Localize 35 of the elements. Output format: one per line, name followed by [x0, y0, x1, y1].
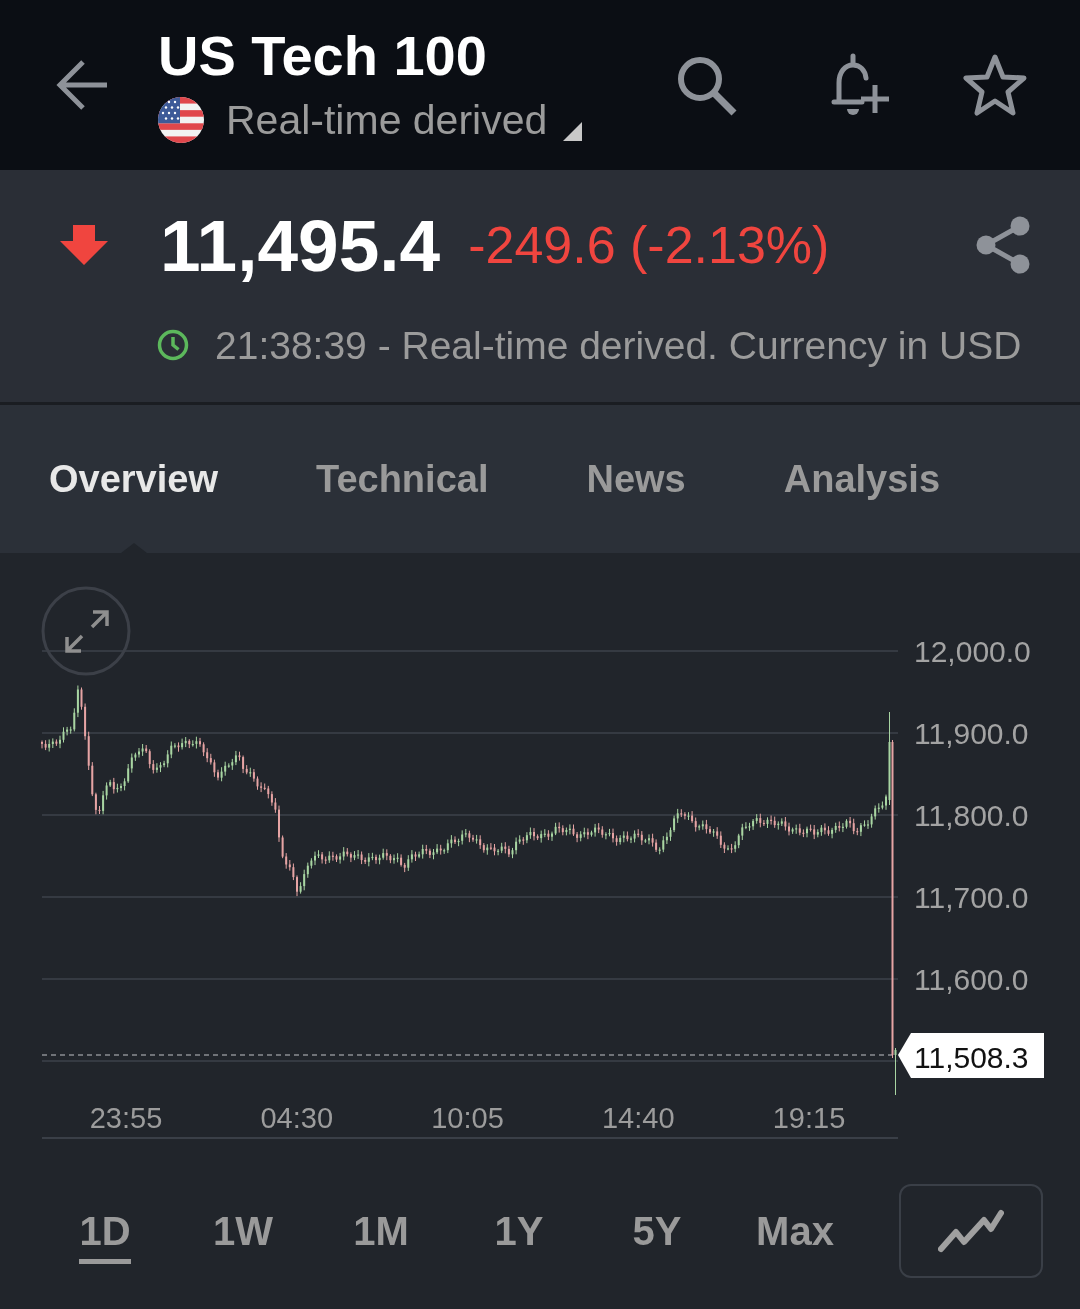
star-icon[interactable] — [963, 54, 1027, 116]
instrument-title: US Tech 100 — [158, 26, 488, 86]
y-axis-label: 11,800.0 — [914, 798, 1029, 832]
tab[interactable]: News — [537, 405, 735, 553]
y-axis-label: 11,900.0 — [914, 716, 1029, 750]
x-axis-label: 10:05 — [431, 1102, 504, 1134]
last-price-tag: 11,508.3 — [898, 1033, 1044, 1078]
range-tab[interactable]: 5Y — [632, 1209, 682, 1264]
flag-icon — [158, 97, 204, 144]
tab[interactable]: Overview — [0, 405, 267, 553]
range-tab[interactable]: Max — [756, 1209, 834, 1264]
x-axis-label: 04:30 — [260, 1102, 334, 1134]
range-tab[interactable]: 1D — [79, 1209, 131, 1264]
back-arrow-icon[interactable] — [55, 58, 109, 112]
search-icon[interactable] — [675, 54, 737, 116]
range-tab[interactable]: 1W — [213, 1209, 273, 1264]
timestamp-text: 21:38:39 - Real-time derived. Currency in USD — [215, 325, 1022, 365]
range-tab[interactable]: 1Y — [494, 1209, 544, 1264]
data-source-label[interactable]: Real-time derived — [226, 97, 548, 143]
x-axis-label: 23:55 — [89, 1102, 163, 1134]
y-axis-label: 12,000.0 — [914, 634, 1031, 668]
price: 11,495.4 — [160, 208, 441, 282]
range-tab[interactable]: 1M — [353, 1209, 409, 1264]
y-axis-label: 11,600.0 — [914, 962, 1029, 996]
chart-type-button[interactable] — [899, 1184, 1043, 1278]
x-axis-label: 19:15 — [772, 1102, 846, 1134]
y-axis-label: 11,700.0 — [914, 880, 1029, 914]
tab[interactable]: Analysis — [734, 405, 990, 553]
triangle-icon[interactable] — [563, 122, 583, 142]
tab[interactable]: Technical — [267, 405, 538, 553]
x-axis-label: 14:40 — [601, 1102, 675, 1134]
share-icon[interactable] — [976, 216, 1030, 274]
line-chart-icon — [938, 1209, 1004, 1253]
expand-button[interactable] — [41, 586, 131, 676]
clock-icon — [157, 329, 189, 361]
